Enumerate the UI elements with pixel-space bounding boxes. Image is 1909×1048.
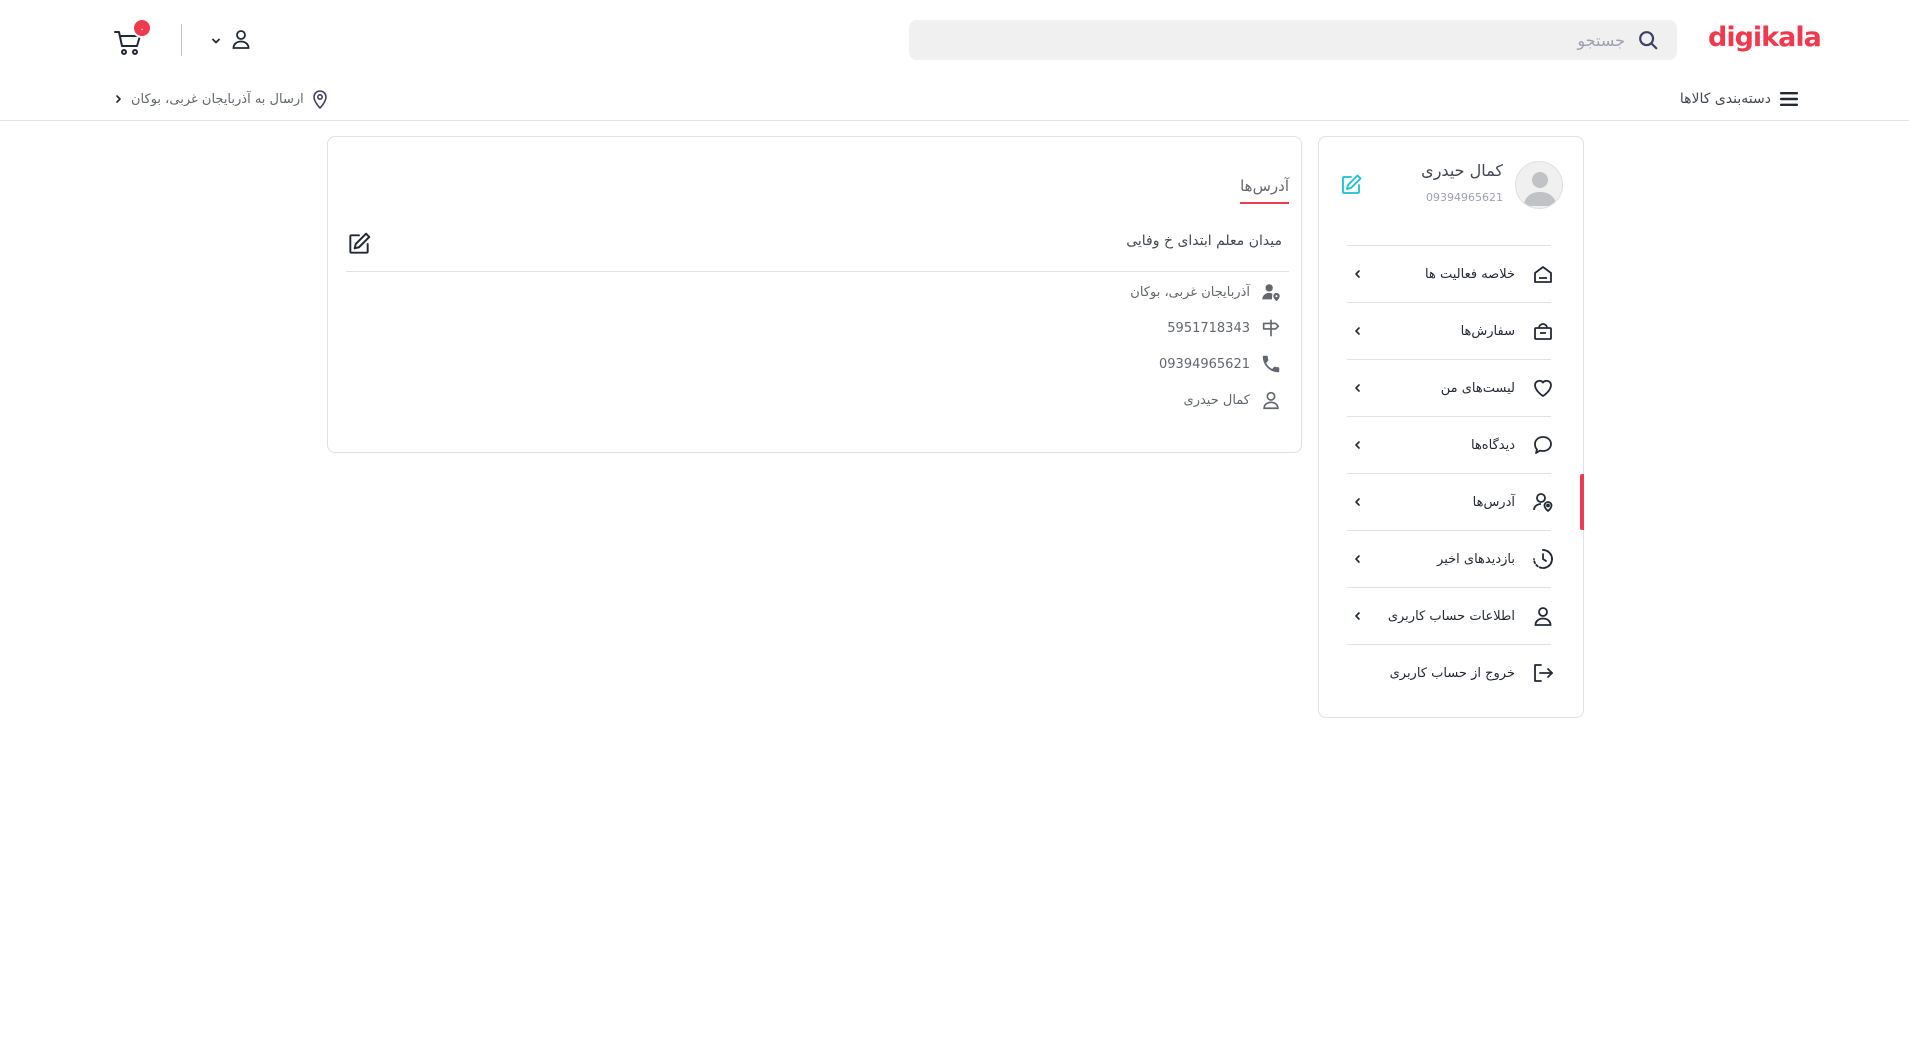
site-header: digikala ۰ دسته‌بندی کالاها ارسال به آذر… [0,0,1909,121]
history-icon [1533,549,1553,569]
categories-menu[interactable]: دسته‌بندی کالاها [1680,89,1799,109]
location-pin-icon [312,90,327,109]
tab-addresses[interactable]: آدرس‌ها [1240,177,1289,204]
bag-icon [1534,323,1552,340]
sidebar-item-label: خروج از حساب کاربری [1389,665,1515,681]
chevron-down-icon [212,38,220,44]
profile-menu: خلاصه فعالیت ها سفارش‌ها لیست‌های من دید… [1347,245,1553,701]
location-user-icon [1533,493,1553,512]
search-input[interactable] [945,20,1625,60]
home-icon [1534,266,1552,283]
chevron-left-icon [1355,384,1360,392]
edit-address-icon[interactable] [346,231,372,257]
sidebar-item-logout[interactable]: خروج از حساب کاربری [1347,644,1553,701]
profile-phone: 09394965621 [1426,191,1503,204]
address-line: میدان معلم ابتدای خ وفایی [1126,233,1282,249]
chevron-left-icon [1355,270,1360,278]
location-user-icon [1262,284,1280,302]
sidebar-item-addresses[interactable]: آدرس‌ها [1347,473,1553,530]
address-region: آذربایجان غربی، بوکان [1130,284,1250,300]
heart-icon [1534,379,1552,397]
menu-icon [1780,92,1798,106]
postal-code: 5951718343 [1167,320,1250,336]
categories-label: دسته‌بندی کالاها [1679,91,1771,107]
edit-profile-icon[interactable] [1339,173,1363,197]
chevron-left-icon [1355,441,1360,449]
profile-sidebar: کمال حیدری 09394965621 خلاصه فعالیت ها س… [1318,136,1584,718]
avatar [1515,161,1563,209]
digikala-logo[interactable]: digikala [1708,22,1822,53]
chevron-left-icon [1355,327,1360,335]
ship-to-location[interactable]: ارسال به آذربایجان غربی، بوکان [113,89,328,109]
sidebar-item-my-lists[interactable]: لیست‌های من [1347,359,1552,416]
logout-icon [1534,664,1553,682]
chevron-left-icon [116,95,121,103]
sidebar-item-label: سفارش‌ها [1460,323,1515,339]
sidebar-item-label: بازدیدهای اخیر [1437,551,1515,567]
active-item-indicator [1580,474,1584,530]
address-divider [346,271,1289,272]
sidebar-item-orders[interactable]: سفارش‌ها [1347,302,1552,359]
recipient-row: کمال حیدری [1184,389,1282,411]
user-menu-button[interactable] [210,27,252,55]
sidebar-item-label: آدرس‌ها [1472,494,1515,510]
sidebar-item-activity-summary[interactable]: خلاصه فعالیت ها [1347,245,1552,302]
user-icon [1534,607,1552,626]
chevron-left-icon [1355,498,1360,506]
address-region-row: آذربایجان غربی، بوکان [1130,281,1282,303]
user-icon [1263,391,1279,410]
sidebar-item-recent-visits[interactable]: بازدیدهای اخیر [1347,530,1553,587]
sidebar-item-label: لیست‌های من [1440,380,1515,396]
header-divider [181,24,182,56]
phone-icon [1262,355,1280,373]
sidebar-item-label: اطلاعات حساب کاربری [1387,608,1515,624]
user-icon [232,30,250,49]
search-icon[interactable] [1637,29,1659,51]
comment-icon [1534,436,1552,454]
sidebar-item-label: خلاصه فعالیت ها [1425,266,1515,282]
phone-row: 09394965621 [1159,353,1282,375]
sidebar-item-comments[interactable]: دیدگاه‌ها [1347,416,1552,473]
phone-number: 09394965621 [1159,356,1250,372]
sidebar-item-label: دیدگاه‌ها [1470,437,1515,453]
chevron-left-icon [1355,612,1360,620]
recipient-name: کمال حیدری [1183,392,1250,408]
search-bar[interactable] [909,20,1677,60]
addresses-panel: آدرس‌ها میدان معلم ابتدای خ وفایی آذربای… [327,136,1302,453]
cart-badge: ۰ [132,18,152,38]
chevron-left-icon [1355,555,1360,563]
profile-name: کمال حیدری [1421,161,1503,180]
sidebar-item-account-info[interactable]: اطلاعات حساب کاربری [1347,587,1552,644]
postal-code-row: 5951718343 [1167,317,1282,339]
ship-to-label: ارسال به آذربایجان غربی، بوکان [131,91,304,107]
signpost-icon [1262,319,1280,337]
avatar-placeholder-icon [1524,172,1556,206]
